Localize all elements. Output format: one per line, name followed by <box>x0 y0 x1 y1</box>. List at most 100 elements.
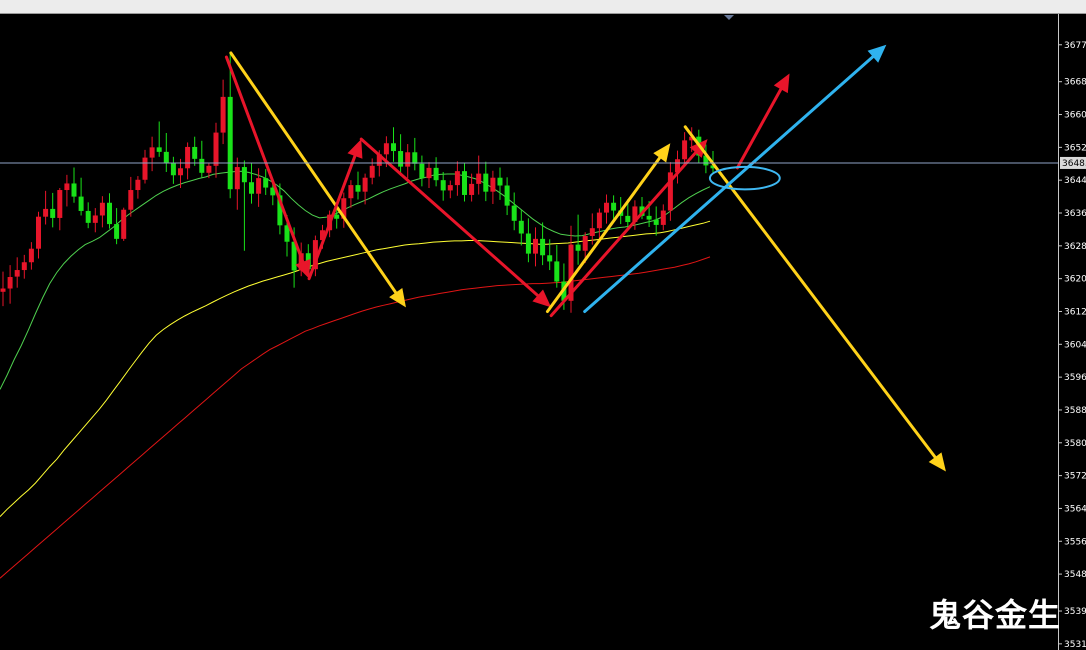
y-tick-label: 3636. <box>1064 209 1086 219</box>
candle-body <box>469 183 475 195</box>
scroll-marker-icon <box>724 15 734 20</box>
candle-body <box>504 185 510 206</box>
candle-body <box>483 173 489 192</box>
candle-body <box>362 177 368 192</box>
y-tick-label: 3572. <box>1064 472 1086 482</box>
candle-body <box>533 238 538 254</box>
candle-body <box>476 173 482 184</box>
price-chart[interactable]: 3677. 3668. 3660. 3652. 3644. 3636. 3628. 3620.… <box>0 14 1086 650</box>
candle-body <box>57 190 63 218</box>
trend-arrow-6-head <box>653 143 671 163</box>
candle-body <box>121 209 127 239</box>
trend-arrow-1-head <box>389 288 406 308</box>
trend-arrow-2-head <box>295 258 311 279</box>
drawn-trend-arrows <box>224 44 946 472</box>
candle-body <box>234 167 240 190</box>
trend-arrow-9-shaft <box>583 55 875 313</box>
candle-body <box>114 224 120 239</box>
candle-body <box>462 171 467 195</box>
trend-arrow-3-head <box>347 139 363 159</box>
price-axis: 3677. 3668. 3660. 3652. 3644. 3636. 3628. 3620.… <box>0 14 1086 650</box>
candle-body <box>28 248 34 263</box>
trend-arrow-2-shaft <box>224 55 305 264</box>
candle-body <box>185 146 191 169</box>
candle-body <box>589 228 595 236</box>
watermark: 鬼谷金生 <box>929 596 1062 634</box>
candles <box>0 51 716 313</box>
candle-body <box>192 146 198 159</box>
candle-body <box>128 190 134 210</box>
y-tick-label: 3668. <box>1064 78 1086 88</box>
candle-body <box>412 152 418 164</box>
candle-body <box>334 214 340 219</box>
ma-slow-line <box>0 256 711 579</box>
candle-body <box>582 235 588 251</box>
candle-body <box>241 167 247 183</box>
y-tick-label: 3652. <box>1064 143 1086 153</box>
candle-body <box>547 255 553 262</box>
y-tick-label: 3588. <box>1064 406 1086 416</box>
candle-body <box>348 185 354 199</box>
y-tick-label: 3531. <box>1064 640 1086 650</box>
candle-body <box>256 178 262 194</box>
candle-body <box>50 208 56 218</box>
candle-body <box>213 132 219 166</box>
candle-body <box>99 202 105 216</box>
candle-body <box>78 196 84 211</box>
candle-body <box>142 157 148 180</box>
candle-body <box>575 244 581 251</box>
candle-body <box>497 177 503 186</box>
y-tick-label: 3604. <box>1064 340 1086 350</box>
chart-window: 3677. 3668. 3660. 3652. 3644. 3636. 3628. 3620.… <box>0 0 1086 650</box>
candle-body <box>398 151 404 167</box>
y-tick-label: 3620. <box>1064 275 1086 285</box>
candle-body <box>163 151 169 163</box>
y-tick-label: 3580. <box>1064 439 1086 449</box>
candle-body <box>518 220 524 234</box>
candle-body <box>71 183 77 197</box>
candle-body <box>554 261 560 282</box>
candle-body <box>249 182 254 194</box>
trend-arrow-7-shaft <box>683 125 937 459</box>
y-tick-label: 3660. <box>1064 111 1086 121</box>
candle-body <box>64 183 70 191</box>
y-tick-label: 3539. <box>1064 607 1086 617</box>
ma-fast-line <box>0 170 711 390</box>
candle-body <box>525 233 531 254</box>
candle-body <box>625 215 631 223</box>
candle-body <box>170 162 176 176</box>
candle-body <box>263 178 269 188</box>
ma-mid-line <box>0 220 711 517</box>
candle-body <box>135 179 141 191</box>
y-tick-label: 3596. <box>1064 373 1086 383</box>
candle-body <box>440 180 446 191</box>
candle-body <box>426 167 432 179</box>
candle-body <box>490 177 496 192</box>
candle-body <box>21 262 27 271</box>
candle-body <box>383 143 389 155</box>
y-tick-label: 3628. <box>1064 242 1086 252</box>
candle-body <box>419 163 425 179</box>
candle-body <box>540 238 546 256</box>
candle-body <box>36 216 41 249</box>
candle-body <box>391 143 396 152</box>
candle-body <box>92 215 98 223</box>
candle-body <box>611 202 617 211</box>
y-tick-label: 3564. <box>1064 504 1086 514</box>
y-tick-label: 3677. <box>1064 41 1086 51</box>
trend-arrow-7-head <box>928 452 946 472</box>
candle-body <box>7 277 13 289</box>
candle-body <box>447 185 453 191</box>
window-top-bar <box>0 0 1086 14</box>
y-tick-label: 3548. <box>1064 570 1086 580</box>
candle-body <box>43 208 49 217</box>
candle-body <box>433 167 439 181</box>
candle-body <box>646 215 652 220</box>
candle-body <box>178 168 183 176</box>
candle-body <box>220 96 226 133</box>
candle-body <box>227 96 233 190</box>
candle-body <box>604 202 609 213</box>
candle-body <box>355 185 361 192</box>
candle-body <box>369 165 375 178</box>
y-tick-label: 3612. <box>1064 307 1086 317</box>
